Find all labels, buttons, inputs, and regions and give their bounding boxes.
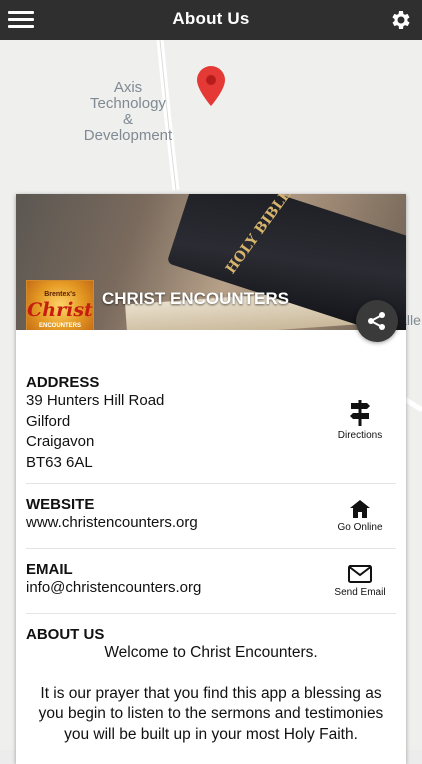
map-pin-label: Axis Technology & Development	[78, 80, 178, 144]
email-section: EMAIL info@christencounters.org Send Ema…	[26, 549, 396, 614]
address-heading: ADDRESS	[26, 374, 100, 391]
directions-button[interactable]: Directions	[330, 400, 390, 441]
ministry-name: CHRIST ENCOUNTERS	[102, 289, 290, 308]
signpost-icon	[350, 400, 370, 426]
map-pin-label-text: Axis Technology & Development	[83, 79, 173, 144]
logo-main-text: Christ	[27, 299, 93, 321]
address-section: ADDRESS 39 Hunters Hill Road Gilford Cra…	[26, 330, 396, 484]
share-icon	[368, 312, 385, 330]
cover-image: HOLY BIBLE Brentex's Christ ENCOUNTERS C…	[16, 194, 406, 330]
share-button[interactable]	[356, 300, 398, 342]
send-email-label: Send Email	[334, 587, 386, 598]
send-email-button[interactable]: Send Email	[330, 565, 390, 598]
about-section: ABOUT US Welcome to Christ Encounters. I…	[16, 614, 406, 745]
envelope-icon	[348, 565, 372, 583]
home-icon	[350, 500, 370, 518]
location-pin-icon	[197, 66, 225, 106]
logo-bottom-text: ENCOUNTERS	[38, 323, 81, 329]
gear-icon[interactable]	[388, 8, 412, 32]
app-header: About Us	[0, 0, 422, 40]
address-line: BT63 6AL	[26, 453, 93, 471]
ministry-logo: Brentex's Christ ENCOUNTERS	[26, 280, 94, 330]
about-welcome: Welcome to Christ Encounters.	[104, 644, 318, 661]
bible-title: HOLY BIBLE	[222, 194, 295, 278]
logo-top-text: Brentex's	[44, 291, 76, 298]
go-online-label: Go Online	[337, 522, 383, 533]
page-title: About Us	[172, 9, 250, 28]
about-body: It is our prayer that you find this app …	[38, 684, 384, 743]
profile-card: HOLY BIBLE Brentex's Christ ENCOUNTERS C…	[16, 194, 406, 764]
about-heading: ABOUT US	[26, 626, 105, 643]
directions-label: Directions	[337, 430, 383, 441]
go-online-button[interactable]: Go Online	[330, 500, 390, 533]
website-section: WEBSITE www.christencounters.org Go Onli…	[26, 484, 396, 549]
